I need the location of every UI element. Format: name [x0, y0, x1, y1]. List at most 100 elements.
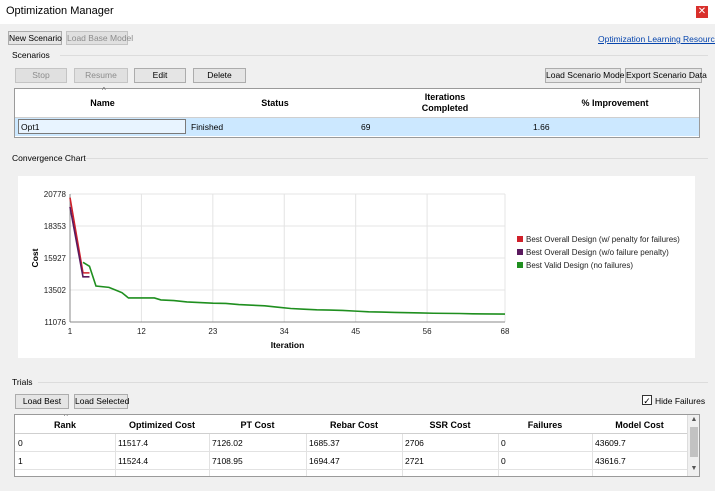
legend-swatch-1	[517, 236, 523, 242]
col-failures[interactable]: Failures	[498, 420, 592, 430]
col-name[interactable]: Name	[15, 98, 190, 108]
table-cell: 11517.4	[118, 438, 149, 448]
delete-button[interactable]: Delete	[193, 68, 246, 83]
column-divider	[592, 452, 593, 470]
hide-failures-label: Hide Failures	[655, 396, 706, 406]
table-cell: 0	[501, 456, 506, 466]
column-divider	[498, 452, 499, 470]
table-cell: 2721	[405, 456, 424, 466]
column-divider	[209, 434, 210, 452]
column-divider	[306, 452, 307, 470]
col-pt-cost[interactable]: PT Cost	[209, 420, 306, 430]
table-cell: 43609.7	[595, 438, 626, 448]
table-row[interactable]: 1 11524.4 7108.95 1694.47 2721 0 43616.7	[15, 452, 687, 470]
table-cell: 0	[501, 474, 589, 476]
scenario-status-cell: Finished	[191, 122, 224, 132]
x-tick-label: 34	[280, 327, 289, 336]
col-rank[interactable]: Rank	[15, 420, 115, 430]
table-cell: 11530.2	[118, 474, 206, 476]
column-divider	[115, 452, 116, 470]
x-tick-label: 12	[137, 327, 146, 336]
convergence-group-label: Convergence Chart	[12, 153, 86, 163]
series-line-3	[82, 261, 506, 315]
table-row[interactable]: 2 11530.2 7114.74 1694.47 2721 0 43622.5	[15, 470, 687, 476]
column-divider	[498, 470, 499, 476]
trials-group-label: Trials	[12, 377, 33, 387]
col-iterations[interactable]: Iterations Completed	[410, 92, 480, 114]
sort-indicator: ^	[102, 86, 106, 95]
table-cell: 7108.95	[212, 456, 243, 466]
y-tick-label: 20778	[44, 190, 67, 199]
table-cell: 43616.7	[595, 456, 626, 466]
hide-failures-checkbox[interactable]: ✓	[642, 395, 652, 406]
load-base-model-button[interactable]: Load Base Model	[66, 31, 133, 45]
resume-button[interactable]: Resume	[74, 68, 128, 83]
x-axis-label: Iteration	[271, 340, 305, 350]
load-scenario-model-button[interactable]: Load Scenario Model	[545, 68, 626, 83]
col-model-cost[interactable]: Model Cost	[592, 420, 687, 430]
trials-divider	[38, 382, 708, 383]
export-scenario-data-button[interactable]: Export Scenario Data	[625, 68, 707, 83]
table-cell: 1694.47	[309, 474, 399, 476]
y-tick-label: 15927	[44, 254, 67, 263]
table-cell: 0	[501, 438, 506, 448]
edit-button[interactable]: Edit	[134, 68, 186, 83]
y-tick-label: 13502	[44, 286, 67, 295]
x-tick-label: 68	[501, 327, 510, 336]
column-divider	[402, 434, 403, 452]
stop-button[interactable]: Stop	[15, 68, 67, 83]
scenario-name-cell[interactable]: Opt1	[18, 119, 186, 134]
column-divider	[306, 434, 307, 452]
table-cell: 1	[18, 456, 23, 466]
window-title: Optimization Manager	[6, 5, 114, 17]
scenarios-group-label: Scenarios	[12, 50, 50, 60]
scrollbar-thumb[interactable]	[690, 427, 698, 457]
column-divider	[402, 470, 403, 476]
table-cell: 2721	[405, 474, 495, 476]
legend-swatch-3	[517, 262, 523, 268]
table-cell: 1694.47	[309, 456, 340, 466]
x-tick-label: 23	[208, 327, 217, 336]
column-divider	[592, 470, 593, 476]
legend-entry-3: Best Valid Design (no failures)	[526, 261, 633, 270]
col-status[interactable]: Status	[190, 98, 360, 108]
scroll-up-icon[interactable]: ▲	[688, 416, 699, 423]
y-tick-label: 18353	[44, 222, 67, 231]
learning-resources-link[interactable]: Optimization Learning Resources	[598, 34, 715, 44]
x-tick-label: 45	[351, 327, 360, 336]
convergence-chart: 1 12 23 34 45 56 68 11076 13502 15927 18353 20778 It…	[30, 190, 680, 350]
table-row[interactable]: 0 11517.4 7126.02 1685.37 2706 0 43609.7	[15, 434, 687, 452]
load-selected-button[interactable]: Load Selected	[74, 394, 129, 409]
column-divider	[402, 452, 403, 470]
column-divider	[115, 434, 116, 452]
table-cell: 2706	[405, 438, 424, 448]
legend-entry-1: Best Overall Design (w/ penalty for fail…	[526, 235, 680, 244]
column-divider	[498, 434, 499, 452]
column-divider	[115, 470, 116, 476]
y-tick-label: 11076	[44, 318, 66, 327]
legend-entry-2: Best Overall Design (w/o failure penalty…	[526, 248, 669, 257]
scenario-row[interactable]: Opt1 Finished 69 1.66	[15, 118, 699, 136]
load-best-button[interactable]: Load Best	[15, 394, 69, 409]
table-cell: 1685.37	[309, 438, 340, 448]
col-improvement[interactable]: % Improvement	[535, 98, 695, 108]
col-optimized-cost[interactable]: Optimized Cost	[115, 420, 209, 430]
table-cell: 7126.02	[212, 438, 243, 448]
x-tick-label: 56	[423, 327, 432, 336]
new-scenario-button[interactable]: New Scenario	[8, 31, 62, 45]
scenario-iterations-cell: 69	[361, 122, 371, 132]
convergence-divider	[85, 158, 708, 159]
vertical-scrollbar[interactable]: ▲ ▼	[687, 415, 699, 476]
table-cell: 7114.74	[212, 474, 303, 476]
table-cell: 2	[18, 474, 112, 476]
col-ssr-cost[interactable]: SSR Cost	[402, 420, 498, 430]
scenarios-divider	[60, 55, 708, 56]
chart-panel: 1 12 23 34 45 56 68 11076 13502 15927 18353 20778 It…	[18, 176, 695, 358]
y-axis-label: Cost	[30, 248, 40, 267]
column-divider	[209, 470, 210, 476]
table-cell: 43622.5	[595, 474, 681, 476]
table-cell: 0	[18, 438, 23, 448]
scroll-down-icon[interactable]: ▼	[688, 465, 699, 472]
col-rebar-cost[interactable]: Rebar Cost	[306, 420, 402, 430]
close-icon[interactable]: ✕	[696, 6, 708, 18]
